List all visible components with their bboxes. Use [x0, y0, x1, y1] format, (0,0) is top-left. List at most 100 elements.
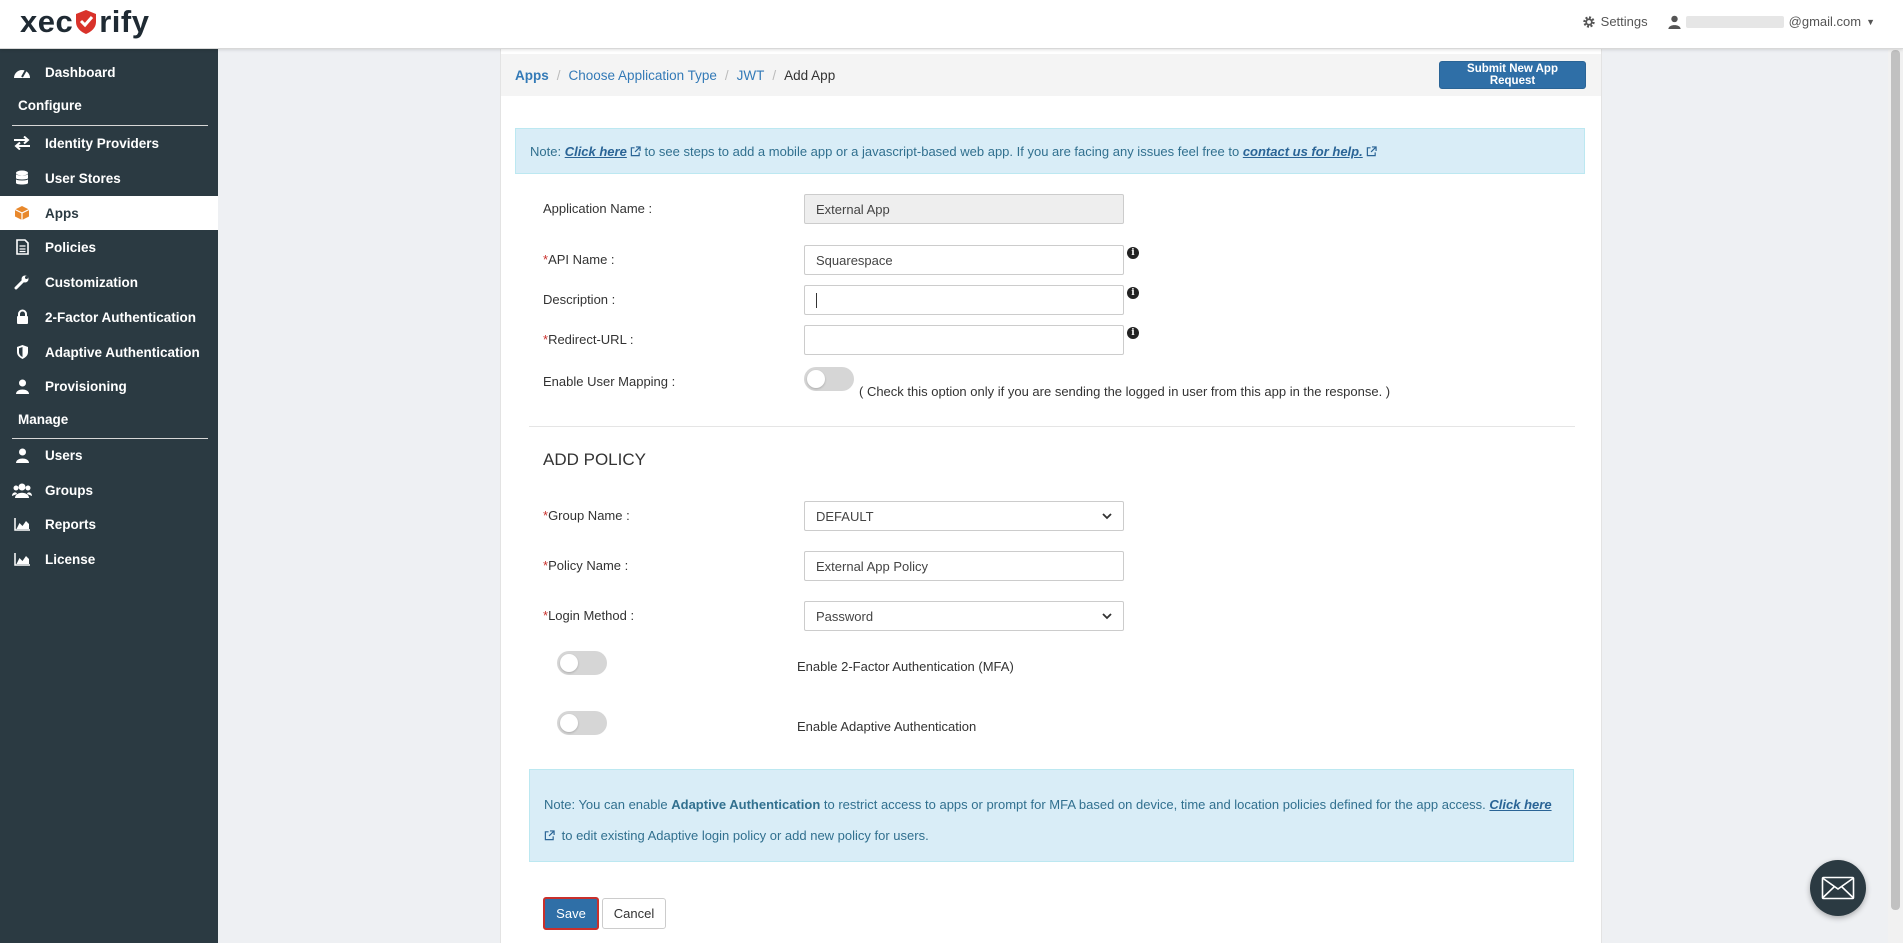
adaptive-auth-toggle[interactable]: [557, 711, 607, 735]
users-icon: [12, 480, 32, 500]
settings-link[interactable]: Settings: [1582, 14, 1648, 29]
user-menu[interactable]: @gmail.com ▼: [1668, 14, 1875, 29]
contact-us-link[interactable]: contact us for help.: [1243, 144, 1363, 159]
sidebar-item-license[interactable]: License: [0, 542, 218, 576]
info-icon[interactable]: i: [1127, 287, 1139, 299]
redirect-url-label: *Redirect-URL :: [543, 332, 634, 347]
area-chart-icon: [12, 549, 32, 569]
sidebar-item-provisioning[interactable]: Provisioning: [0, 369, 218, 403]
chat-button[interactable]: [1810, 860, 1866, 916]
sidebar-item-reports[interactable]: Reports: [0, 507, 218, 541]
login-method-label: *Login Method :: [543, 608, 634, 623]
group-name-label-text: Group Name :: [548, 508, 630, 523]
cube-icon: [12, 203, 32, 223]
caret-down-icon: ▼: [1866, 16, 1875, 27]
settings-label: Settings: [1600, 14, 1648, 29]
redirect-url-input[interactable]: [804, 325, 1124, 355]
note-prefix: Note:: [530, 144, 565, 159]
user-mapping-toggle[interactable]: [804, 367, 854, 391]
user-email: @gmail.com: [1788, 14, 1862, 29]
click-here-link[interactable]: Click here: [1489, 797, 1551, 812]
section-divider: [529, 426, 1575, 427]
envelope-icon: [1821, 876, 1855, 900]
sidebar-item-groups[interactable]: Groups: [0, 473, 218, 507]
breadcrumb-separator: /: [724, 68, 729, 83]
external-link-icon: [1366, 146, 1377, 157]
policy-name-label-text: Policy Name :: [548, 558, 629, 573]
sidebar: Dashboard Configure Identity Providers U…: [0, 48, 218, 943]
sidebar-item-label: Provisioning: [45, 378, 127, 394]
sidebar-item-users[interactable]: Users: [0, 438, 218, 472]
submit-new-app-request-button[interactable]: Submit New App Request: [1439, 61, 1586, 89]
note-middle: to restrict access to apps or prompt for…: [820, 797, 1490, 812]
login-method-select[interactable]: Password: [804, 601, 1124, 631]
login-method-value: Password: [816, 608, 874, 624]
sidebar-item-label: Customization: [45, 274, 138, 290]
sidebar-item-label: Groups: [45, 482, 94, 498]
sidebar-item-identity-providers[interactable]: Identity Providers: [0, 126, 218, 160]
api-name-label: *API Name :: [543, 252, 615, 267]
wrench-icon: [12, 272, 32, 292]
group-name-label: *Group Name :: [543, 508, 630, 523]
api-name-input[interactable]: Squarespace: [804, 245, 1124, 275]
group-name-select[interactable]: DEFAULT: [804, 501, 1124, 531]
info-icon[interactable]: i: [1127, 247, 1139, 259]
sidebar-item-label: Users: [45, 447, 83, 463]
sidebar-item-label: Identity Providers: [45, 135, 160, 151]
adaptive-auth-label: Enable Adaptive Authentication: [797, 719, 977, 734]
xecurify-logo[interactable]: xec rify: [20, 4, 149, 40]
external-link-icon: [544, 830, 555, 841]
breadcrumb-separator: /: [772, 68, 777, 83]
cancel-button[interactable]: Cancel: [602, 898, 666, 929]
lock-icon: [12, 307, 32, 327]
save-button[interactable]: Save: [543, 897, 599, 930]
user-mapping-label: Enable User Mapping :: [543, 374, 676, 389]
sidebar-item-label: Adaptive Authentication: [45, 344, 200, 360]
sidebar-item-policies[interactable]: Policies: [0, 230, 218, 264]
chevron-down-icon: [1102, 612, 1112, 619]
sidebar-item-dashboard[interactable]: Dashboard: [0, 55, 218, 89]
adaptive-info-note: Note: You can enable Adaptive Authentica…: [529, 769, 1574, 862]
logo-shield-icon: [76, 10, 97, 34]
masked-email: [1685, 15, 1784, 28]
sidebar-item-label: License: [45, 551, 96, 567]
click-here-link[interactable]: Click here: [565, 144, 627, 159]
info-icon[interactable]: i: [1127, 327, 1139, 339]
description-label: Description :: [543, 292, 616, 307]
breadcrumb-apps[interactable]: Apps: [515, 68, 549, 83]
breadcrumb-jwt[interactable]: JWT: [737, 68, 765, 83]
breadcrumb: Apps / Choose Application Type / JWT / A…: [515, 68, 835, 83]
sidebar-item-apps[interactable]: Apps: [0, 196, 218, 230]
group-name-value: DEFAULT: [816, 508, 874, 524]
policy-name-label: *Policy Name :: [543, 558, 628, 573]
sidebar-item-customization[interactable]: Customization: [0, 265, 218, 299]
description-input[interactable]: [804, 285, 1124, 315]
breadcrumb-choose-type[interactable]: Choose Application Type: [569, 68, 717, 83]
user-mapping-hint: ( Check this option only if you are send…: [859, 384, 1391, 399]
sidebar-item-label: User Stores: [45, 170, 121, 186]
note-middle: to see steps to add a mobile app or a ja…: [640, 144, 1243, 159]
logo-text-left: xec: [20, 4, 74, 39]
breadcrumb-separator: /: [556, 68, 561, 83]
logo-text-right: rify: [99, 4, 150, 39]
sidebar-item-adaptive-auth[interactable]: Adaptive Authentication: [0, 335, 218, 369]
dashboard-icon: [12, 62, 32, 82]
database-icon: [12, 168, 32, 188]
scrollbar-thumb[interactable]: [1891, 50, 1900, 910]
sidebar-item-user-stores[interactable]: User Stores: [0, 161, 218, 195]
gear-icon: [1582, 15, 1595, 28]
document-icon: [12, 237, 32, 257]
sidebar-item-label: Policies: [45, 239, 97, 255]
mfa-toggle[interactable]: [557, 651, 607, 675]
external-link-icon: [630, 146, 641, 157]
user-icon: [1668, 15, 1681, 29]
user-icon: [12, 376, 32, 396]
login-method-label-text: Login Method :: [548, 608, 635, 623]
policy-name-input[interactable]: External App Policy: [804, 551, 1124, 581]
exchange-icon: [12, 133, 32, 153]
sidebar-item-label: 2-Factor Authentication: [45, 309, 197, 325]
page-scrollbar[interactable]: [1888, 48, 1903, 943]
note-bold: Adaptive Authentication: [671, 797, 821, 812]
note-prefix: Note: You can enable: [544, 797, 672, 812]
sidebar-item-2fa[interactable]: 2-Factor Authentication: [0, 300, 218, 334]
